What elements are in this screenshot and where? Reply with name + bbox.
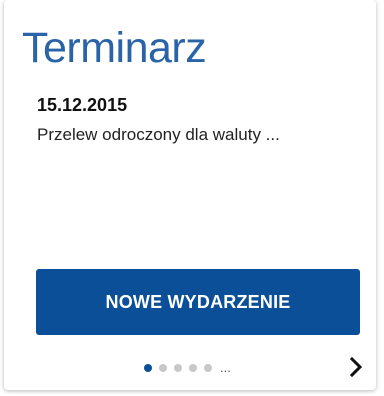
pagination-dot-4[interactable] [189,364,197,372]
widget-title: Terminarz [22,24,207,72]
pagination-dot-5[interactable] [204,364,212,372]
pagination-dot-1[interactable] [144,364,152,372]
next-button[interactable] [346,355,366,379]
calendar-widget: Terminarz 15.12.2015 Przelew odroczony d… [4,0,376,390]
event-description[interactable]: Przelew odroczony dla waluty ... [37,124,357,146]
chevron-right-icon [349,356,363,378]
new-event-button[interactable]: NOWE WYDARZENIE [36,269,360,335]
pagination-dot-2[interactable] [159,364,167,372]
pagination-dot-3[interactable] [174,364,182,372]
pagination: ... [144,360,231,376]
event-date[interactable]: 15.12.2015 [37,94,127,116]
pagination-more: ... [220,360,231,375]
